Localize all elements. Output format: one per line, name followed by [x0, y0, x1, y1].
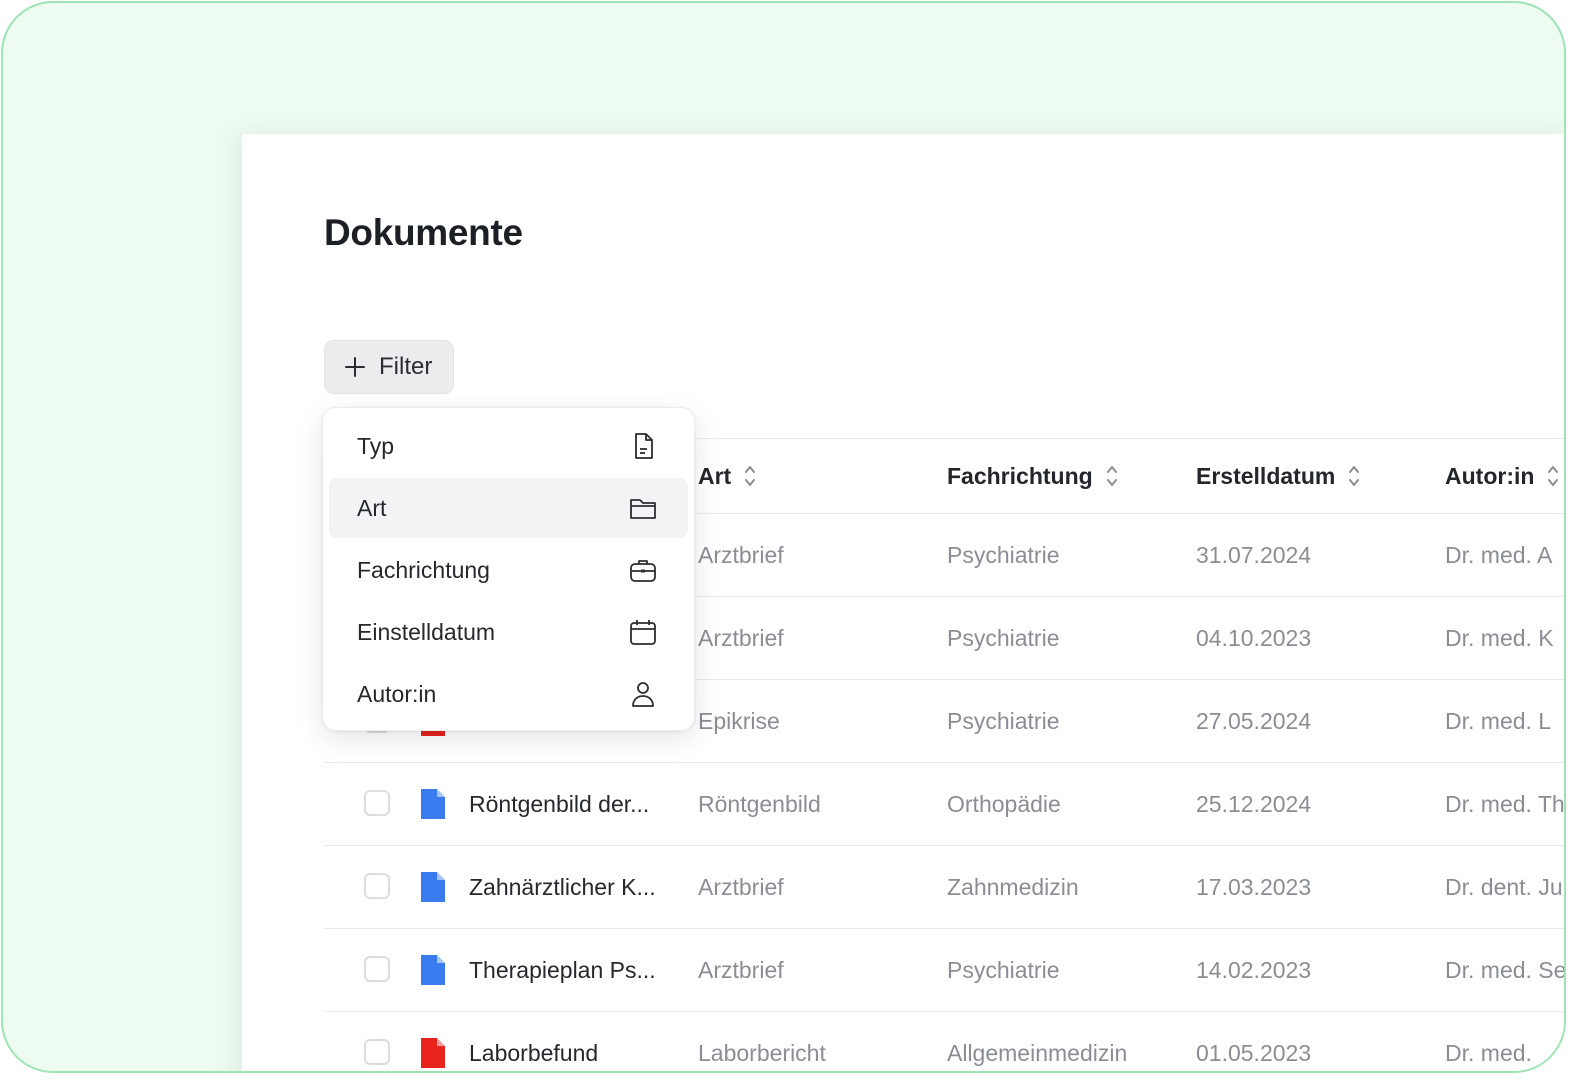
filter-option-typ[interactable]: Typ — [329, 416, 688, 476]
filter-button-label: Filter — [379, 353, 433, 380]
document-author: Dr. med. A — [1445, 541, 1553, 568]
document-icon — [635, 433, 653, 459]
document-art: Arztbrief — [698, 624, 784, 651]
file-icon — [421, 955, 445, 985]
column-header-label: Erstelldatum — [1196, 462, 1336, 489]
sort-icon — [1548, 466, 1559, 486]
column-header-art[interactable]: Art — [698, 439, 757, 513]
document-date: 17.03.2023 — [1196, 873, 1312, 900]
column-header-label: Fachrichtung — [947, 462, 1093, 489]
file-icon — [421, 872, 445, 902]
document-name[interactable]: Laborbefund — [469, 1012, 679, 1071]
document-art: Arztbrief — [698, 541, 784, 568]
table-row[interactable]: Zahnärztlicher K... Arztbrief Zahnmedizin 1… — [324, 846, 1564, 929]
sort-icon — [1349, 466, 1360, 486]
document-date: 31.07.2024 — [1196, 541, 1312, 568]
filter-option-art[interactable]: Art — [329, 478, 688, 538]
document-fachrichtung: Allgemeinmedizin — [947, 1039, 1128, 1066]
file-icon — [421, 1038, 445, 1068]
column-header-fachrichtung[interactable]: Fachrichtung — [947, 439, 1119, 513]
document-name[interactable]: Zahnärztlicher K... — [469, 846, 679, 928]
sort-icon — [1106, 466, 1117, 486]
row-checkbox[interactable] — [364, 956, 390, 982]
column-header-label: Autor:in — [1445, 462, 1535, 489]
plus-icon — [345, 357, 365, 377]
row-checkbox[interactable] — [364, 873, 390, 899]
document-fachrichtung: Psychiatrie — [947, 624, 1060, 651]
filter-option-label: Typ — [357, 432, 395, 459]
document-date: 25.12.2024 — [1196, 790, 1312, 817]
document-fachrichtung: Zahnmedizin — [947, 873, 1079, 900]
document-art: Arztbrief — [698, 873, 784, 900]
row-checkbox[interactable] — [364, 790, 390, 816]
filter-option-label: Fachrichtung — [357, 556, 490, 583]
document-art: Arztbrief — [698, 956, 784, 983]
filter-dropdown: Typ Art Fachrichtung Einstelldatum Autor… — [322, 407, 695, 731]
document-fachrichtung: Psychiatrie — [947, 956, 1060, 983]
document-date: 01.05.2023 — [1196, 1039, 1312, 1066]
document-date: 27.05.2024 — [1196, 707, 1312, 734]
document-fachrichtung: Psychiatrie — [947, 707, 1060, 734]
document-author: Dr. med. — [1445, 1039, 1532, 1066]
file-icon — [421, 789, 445, 819]
document-art: Röntgenbild — [698, 790, 821, 817]
document-author: Dr. med. Se — [1445, 956, 1566, 983]
document-author: Dr. dent. Ju — [1445, 873, 1563, 900]
calendar-icon — [630, 620, 656, 645]
filter-option-autorin[interactable]: Autor:in — [329, 664, 688, 724]
table-row[interactable]: Therapieplan Ps... Arztbrief Psychiatrie 14… — [324, 929, 1566, 1012]
add-filter-button[interactable]: Filter — [324, 340, 454, 394]
column-header-label: Art — [698, 462, 732, 489]
screen-frame: Dokumente Filter Art Fachrichtung Erstel… — [1, 1, 1566, 1073]
row-checkbox[interactable] — [364, 1039, 390, 1065]
column-header-autorin[interactable]: Autor:in — [1445, 439, 1560, 513]
sort-icon — [745, 466, 756, 486]
document-date: 14.02.2023 — [1196, 956, 1312, 983]
document-fachrichtung: Psychiatrie — [947, 541, 1060, 568]
filter-option-label: Einstelldatum — [357, 618, 496, 645]
document-art: Laborbericht — [698, 1039, 826, 1066]
filter-option-label: Art — [357, 494, 387, 521]
document-name[interactable]: Röntgenbild der... — [469, 763, 679, 845]
document-author: Dr. med. Th — [1445, 790, 1565, 817]
document-author: Dr. med. L — [1445, 707, 1552, 734]
document-date: 04.10.2023 — [1196, 624, 1312, 651]
table-row[interactable]: Röntgenbild der... Röntgenbild Orthopädie 2… — [324, 763, 1565, 846]
column-header-erstelldatum[interactable]: Erstelldatum — [1196, 439, 1361, 513]
filter-option-fachrichtung[interactable]: Fachrichtung — [329, 540, 688, 600]
document-author: Dr. med. K — [1445, 624, 1554, 651]
document-name[interactable]: Therapieplan Ps... — [469, 929, 679, 1011]
user-icon — [632, 682, 654, 707]
page-title: Dokumente — [324, 212, 523, 253]
briefcase-icon — [630, 560, 656, 582]
document-art: Epikrise — [698, 707, 780, 734]
table-row[interactable]: Laborbefund Laborbericht Allgemeinmedizin 0… — [324, 1012, 1564, 1071]
filter-option-label: Autor:in — [357, 680, 437, 707]
document-fachrichtung: Orthopädie — [947, 790, 1061, 817]
filter-option-einstelldatum[interactable]: Einstelldatum — [329, 602, 688, 662]
folder-icon — [630, 499, 656, 519]
